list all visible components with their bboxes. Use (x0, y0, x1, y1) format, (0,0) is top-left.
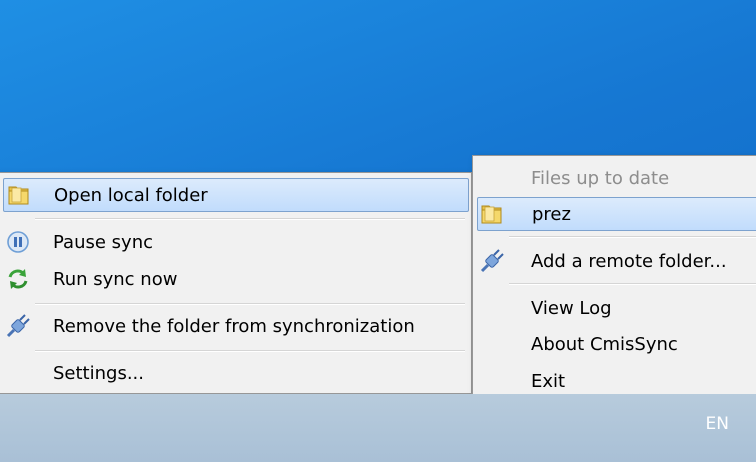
menu-separator (35, 350, 465, 352)
folder-icon (8, 186, 29, 205)
folder-icon (481, 205, 502, 224)
menu-item-settings[interactable]: Settings... (3, 356, 469, 390)
menu-item-add-remote-folder[interactable]: Add a remote folder... (477, 244, 756, 278)
plug-icon (480, 249, 504, 273)
menu-separator (35, 303, 465, 305)
menu-item-pause-sync[interactable]: Pause sync (3, 225, 469, 259)
menu-item-exit[interactable]: Exit (477, 364, 756, 398)
pause-icon (7, 231, 29, 253)
menu-item-view-log[interactable]: View Log (477, 291, 756, 325)
menu-item-open-local-folder[interactable]: Open local folder (3, 178, 469, 212)
menu-item-label: Open local folder (54, 184, 208, 206)
menu-item-prez[interactable]: prez (477, 197, 756, 231)
taskbar (0, 394, 756, 462)
menu-separator (509, 283, 756, 285)
menu-item-label: View Log (531, 297, 612, 319)
menu-item-label: Settings... (53, 362, 144, 384)
menu-item-label: Exit (531, 370, 566, 392)
menu-item-run-sync-now[interactable]: Run sync now (3, 262, 469, 296)
sync-icon (8, 269, 28, 289)
menu-item-label: Files up to date (531, 167, 670, 189)
language-indicator[interactable]: EN (706, 414, 729, 434)
menu-item-files-up-to-date: Files up to date (477, 161, 756, 195)
plug-icon (6, 314, 30, 338)
menu-item-label: Pause sync (53, 231, 153, 253)
menu-item-about[interactable]: About CmisSync (477, 327, 756, 361)
menu-item-label: prez (532, 203, 571, 225)
menu-item-remove-folder[interactable]: Remove the folder from synchronization (3, 309, 469, 343)
menu-item-label: About CmisSync (531, 333, 678, 355)
menu-item-label: Run sync now (53, 268, 178, 290)
menu-item-label: Remove the folder from synchronization (53, 315, 415, 337)
menu-separator (509, 236, 756, 238)
tray-context-menu: Files up to date prez Add a remote folde… (472, 155, 756, 402)
folder-context-menu: Open local folder Pause sync Run sync no… (0, 172, 472, 394)
menu-item-label: Add a remote folder... (531, 250, 727, 272)
menu-separator (35, 218, 465, 220)
